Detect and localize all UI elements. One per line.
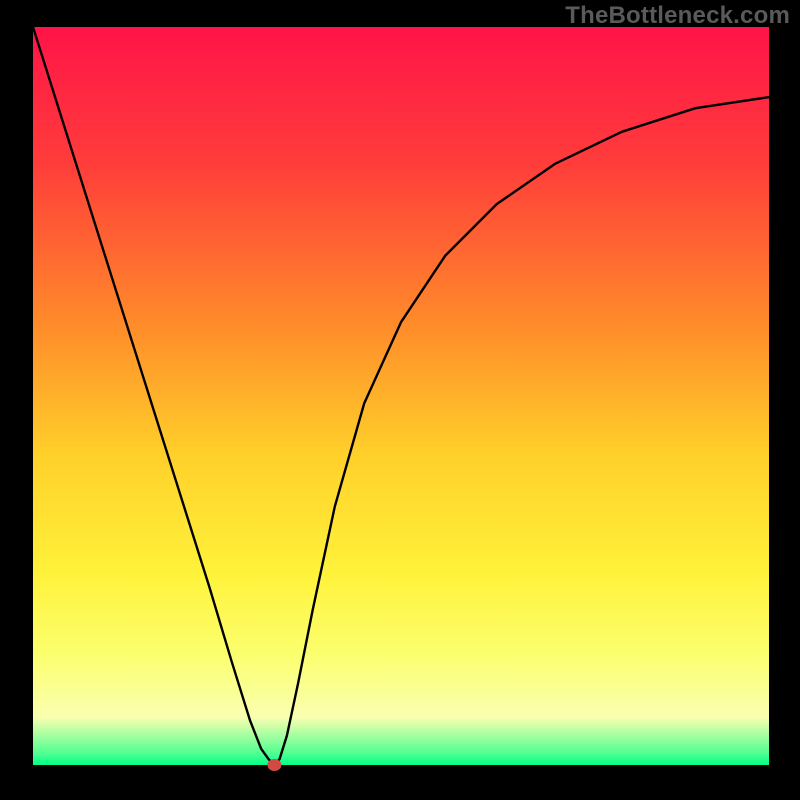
- chart-frame: TheBottleneck.com: [0, 0, 800, 800]
- bottleneck-chart: [0, 0, 800, 800]
- plot-background: [33, 27, 769, 765]
- optimal-point-marker: [267, 759, 281, 771]
